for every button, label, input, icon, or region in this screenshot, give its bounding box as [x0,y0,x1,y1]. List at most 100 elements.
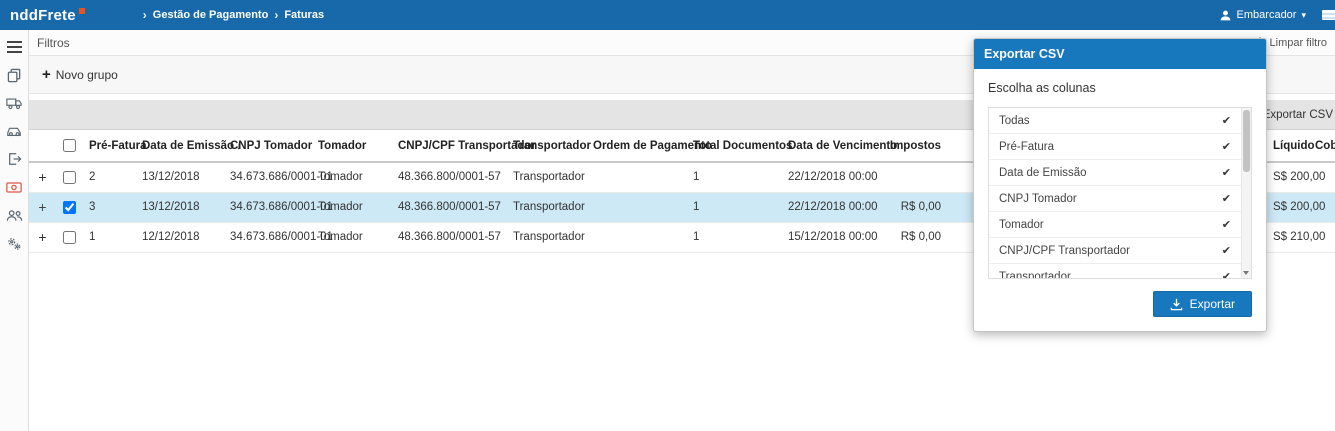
col-data-vencimento[interactable]: Data de Vencimento [782,130,897,163]
documents-icon[interactable] [5,66,23,84]
column-option-transportador[interactable]: Transportador ✔ [989,264,1251,279]
cell-tomador: Tomador [312,192,392,223]
breadcrumb-item-gestao[interactable]: Gestão de Pagamento [153,9,269,21]
col-pre-fatura[interactable]: Pré-Fatura [83,130,147,163]
check-icon: ✔ [1221,219,1231,231]
row-checkbox[interactable] [63,170,76,184]
cell-total-documentos: 1 [687,192,782,223]
cell-transportador: Transportador [507,162,587,193]
cell-pre-fatura: 1 [83,222,136,253]
cell-impostos: R$ 0,00 [877,222,947,253]
column-option-tomador[interactable]: Tomador ✔ [989,212,1251,238]
column-option-data-emissao[interactable]: Data de Emissão ✔ [989,160,1251,186]
breadcrumb: › Gestão de Pagamento › Faturas [143,8,324,22]
col-data-emissao[interactable]: Data de Emissão↓ [136,130,241,163]
cell-cnpj-cpf-transportador: 48.366.800/0001-57 [392,192,507,223]
chevron-down-icon: ▾ [1301,9,1306,20]
option-label: CNPJ Tomador [999,192,1077,205]
col-select [56,130,83,163]
clear-filter-label: Limpar filtro [1269,36,1327,49]
list-scrollbar[interactable] [1241,108,1251,278]
col-cnpj-tomador[interactable]: CNPJ Tomador [224,130,312,163]
export-button[interactable]: Exportar [1152,291,1252,317]
payment-management-icon[interactable] [5,178,23,196]
row-checkbox[interactable] [63,200,76,214]
row-select-cell [56,192,83,223]
column-option-list: Todas ✔ Pré-Fatura ✔ Data de Emissão ✔ C… [988,107,1252,279]
check-icon: ✔ [1221,141,1231,153]
expand-row-button[interactable]: + [29,222,56,253]
option-label: CNPJ/CPF Transportador [999,244,1131,257]
option-label: Pré-Fatura [999,140,1054,153]
cell-data-vencimento: 15/12/2018 00:00 [782,222,878,253]
col-transportador[interactable]: Transportador [507,130,591,163]
check-icon: ✔ [1221,115,1231,127]
chevron-right-icon: › [142,8,147,22]
expand-row-button[interactable]: + [29,162,56,193]
cell-impostos: R$ 0,00 [877,192,947,223]
export-csv-modal: Exportar CSV Escolha as colunas Todas ✔ … [973,38,1267,332]
app-logo: nddFrete [10,7,85,24]
cell-cnpj-tomador: 34.673.686/0001-01 [224,222,333,253]
col-ordem-pagamento[interactable]: Ordem de Pagamento [587,130,712,163]
column-option-pre-fatura[interactable]: Pré-Fatura ✔ [989,134,1251,160]
cell-data-vencimento: 22/12/2018 00:00 [782,162,878,193]
row-select-cell [56,222,83,253]
option-label: Data de Emissão [999,166,1087,179]
export-button-label: Exportar [1189,297,1235,311]
check-icon: ✔ [1221,245,1231,257]
cell-cnpj-cpf-transportador: 48.366.800/0001-57 [392,162,507,193]
option-label: Tomador [999,218,1044,231]
export-icon[interactable] [5,150,23,168]
cell-total-documentos: 1 [687,162,782,193]
flag-icon[interactable] [1321,7,1335,23]
cell-data-emissao: 12/12/2018 [136,222,224,253]
modal-body: Escolha as colunas Todas ✔ Pré-Fatura ✔ … [974,69,1266,279]
users-icon[interactable] [5,206,23,224]
col-cnpj-cpf-transportador[interactable]: CNPJ/CPF Transportador [392,130,536,163]
col-tomador[interactable]: Tomador [312,130,392,163]
cell-cnpj-cpf-transportador: 48.366.800/0001-57 [392,222,507,253]
select-all-checkbox[interactable] [63,139,76,152]
cell-liquido: S$ 200,00 [1267,162,1325,193]
column-option-todas[interactable]: Todas ✔ [989,108,1251,134]
new-group-button[interactable]: + Novo grupo [42,67,118,82]
scrollbar-down-arrow[interactable] [1243,271,1249,275]
app-logo-text: nddFrete [10,6,76,24]
column-option-cnpj-tomador[interactable]: CNPJ Tomador ✔ [989,186,1251,212]
col-liquido[interactable]: Líquido [1267,130,1315,163]
user-menu[interactable]: Embarcador ▾ [1219,9,1306,22]
car-icon[interactable] [5,122,23,140]
cell-pre-fatura: 3 [83,192,136,223]
cell-cnpj-tomador: 34.673.686/0001-01 [224,162,333,193]
cell-cnpj-tomador: 34.673.686/0001-01 [224,192,333,223]
cell-ordem-pagamento [587,222,687,253]
check-icon: ✔ [1221,167,1231,179]
new-group-label: Novo grupo [55,67,118,82]
breadcrumb-item-faturas[interactable]: Faturas [284,9,324,21]
row-select-cell [56,162,83,193]
cell-impostos [877,162,947,193]
menu-toggle-icon[interactable] [5,38,23,56]
column-option-cnpj-cpf-transportador[interactable]: CNPJ/CPF Transportador ✔ [989,238,1251,264]
cell-liquido: S$ 200,00 [1267,192,1325,223]
cell-total-documentos: 1 [687,222,782,253]
expand-row-button[interactable]: + [29,192,56,223]
filters-title: Filtros [37,35,70,50]
cell-transportador: Transportador [507,222,587,253]
chevron-right-icon: › [274,8,279,22]
download-icon [1170,298,1183,311]
cell-data-vencimento: 22/12/2018 00:00 [782,192,878,223]
sidebar [0,30,29,431]
cell-tomador: Tomador [312,162,392,193]
truck-icon[interactable] [5,94,23,112]
logo-mark [78,7,85,14]
plus-icon: + [42,66,51,83]
col-total-documentos[interactable]: Total Documentos [687,130,792,163]
cell-tomador: Tomador [312,222,392,253]
person-icon [1219,9,1232,22]
settings-gears-icon[interactable] [5,234,23,252]
cell-ordem-pagamento [587,162,687,193]
row-checkbox[interactable] [63,230,76,244]
scrollbar-thumb[interactable] [1243,110,1250,172]
